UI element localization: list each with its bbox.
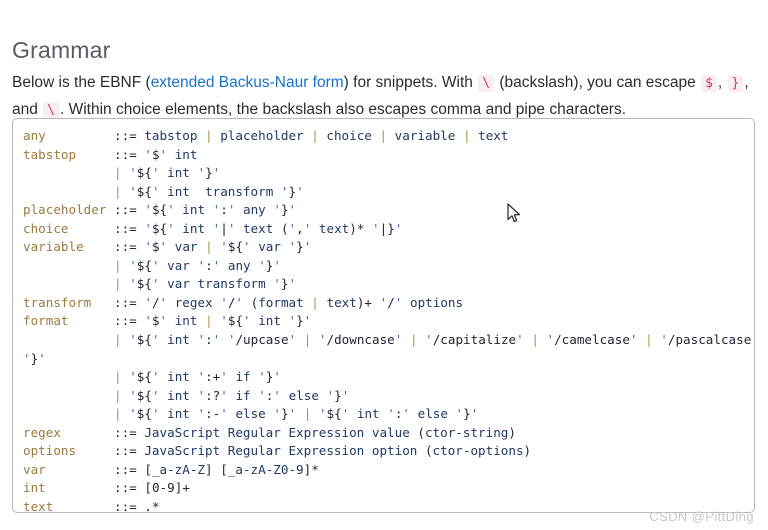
page-title: Grammar bbox=[12, 37, 111, 64]
ebnf-link[interactable]: extended Backus-Naur form bbox=[151, 74, 344, 91]
inline-code-backslash-2: \ bbox=[43, 101, 59, 119]
intro-text-1: Below is the EBNF ( bbox=[12, 73, 151, 91]
inline-code-backslash-1: \ bbox=[478, 74, 495, 92]
code-scroll-area[interactable]: any ::= tabstop | placeholder | choice |… bbox=[13, 127, 754, 512]
inline-code-brace: } bbox=[727, 74, 744, 92]
intro-paragraph: Below is the EBNF (extended Backus-Naur … bbox=[12, 70, 760, 124]
intro-text-3: (backslash), you can escape bbox=[495, 73, 701, 91]
page-root: Grammar Below is the EBNF (extended Back… bbox=[0, 0, 768, 530]
grammar-code-block[interactable]: any ::= tabstop | placeholder | choice |… bbox=[12, 118, 755, 513]
intro-text-4: . Within choice elements, the backslash … bbox=[60, 100, 627, 118]
intro-text-comma-1: , bbox=[717, 73, 727, 91]
intro-text-2: ) for snippets. With bbox=[343, 73, 478, 91]
grammar-code: any ::= tabstop | placeholder | choice |… bbox=[23, 127, 754, 512]
grammar-code-content: any ::= tabstop | placeholder | choice |… bbox=[23, 128, 754, 513]
watermark-label: CSDN @PittDing bbox=[649, 509, 754, 524]
inline-code-dollar: $ bbox=[701, 74, 717, 92]
